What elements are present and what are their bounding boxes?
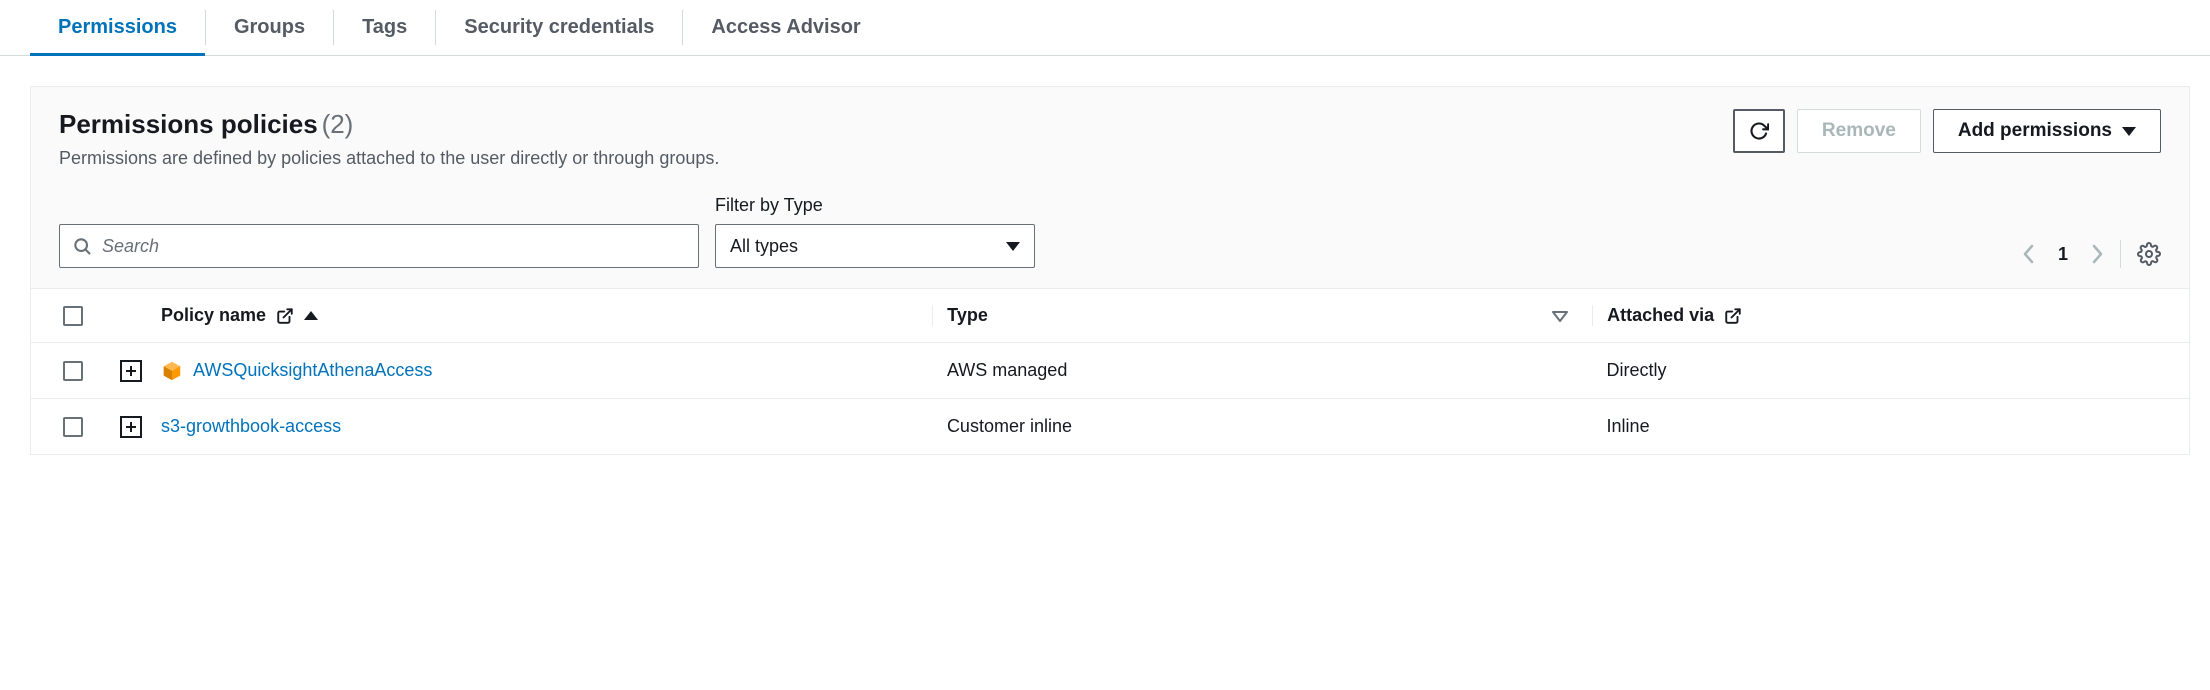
pagination-prev[interactable]: [2022, 243, 2036, 265]
expand-button[interactable]: [120, 360, 142, 382]
tab-groups[interactable]: Groups: [206, 0, 333, 55]
table-row: s3-growthbook-access Customer inline Inl…: [31, 398, 2189, 454]
tab-tags[interactable]: Tags: [334, 0, 435, 55]
expand-button[interactable]: [120, 416, 142, 438]
panel-description: Permissions are defined by policies atta…: [59, 148, 1733, 169]
filter-by-type-label: Filter by Type: [715, 195, 1035, 216]
filter-type-value: All types: [730, 236, 798, 257]
gear-icon: [2137, 242, 2161, 266]
policy-name-link[interactable]: AWSQuicksightAthenaAccess: [193, 360, 432, 381]
external-link-icon: [276, 307, 294, 325]
policy-attached-via: Directly: [1607, 360, 1667, 381]
tabs-bar: Permissions Groups Tags Security credent…: [0, 0, 2210, 56]
plus-icon: [125, 421, 137, 433]
caret-down-icon: [1006, 242, 1020, 251]
panel-count: (2): [322, 109, 354, 139]
tab-security-credentials[interactable]: Security credentials: [436, 0, 682, 55]
pagination: 1: [2022, 240, 2161, 268]
search-input[interactable]: [102, 236, 686, 257]
tab-access-advisor[interactable]: Access Advisor: [683, 0, 888, 55]
policy-type: AWS managed: [947, 360, 1067, 381]
table-header-row: Policy name Type Attached via: [31, 288, 2189, 342]
column-header-attached-via[interactable]: Attached via: [1607, 305, 1714, 326]
policy-attached-via: Inline: [1607, 416, 1650, 437]
table-row: AWSQuicksightAthenaAccess AWS managed Di…: [31, 342, 2189, 398]
plus-icon: [125, 365, 137, 377]
refresh-button[interactable]: [1733, 109, 1785, 153]
aws-managed-policy-icon: [161, 360, 183, 382]
settings-button[interactable]: [2137, 242, 2161, 266]
pagination-page-number: 1: [2052, 244, 2074, 265]
panel-actions: Remove Add permissions: [1733, 109, 2161, 153]
tab-permissions[interactable]: Permissions: [30, 0, 205, 55]
search-box[interactable]: [59, 224, 699, 268]
refresh-icon: [1749, 121, 1769, 141]
policy-name-link[interactable]: s3-growthbook-access: [161, 416, 341, 437]
add-permissions-label: Add permissions: [1958, 120, 2112, 142]
policy-type: Customer inline: [947, 416, 1072, 437]
caret-down-icon: [2122, 127, 2136, 136]
pagination-next[interactable]: [2090, 243, 2104, 265]
chevron-left-icon: [2022, 243, 2036, 265]
chevron-right-icon: [2090, 243, 2104, 265]
sort-ascending-icon: [304, 311, 318, 320]
policies-table: Policy name Type Attached via: [31, 288, 2189, 454]
search-icon: [72, 236, 92, 256]
column-header-policy-name[interactable]: Policy name: [161, 305, 266, 326]
filter-row: Filter by Type All types 1: [31, 177, 2189, 288]
row-checkbox[interactable]: [63, 417, 83, 437]
panel-title: Permissions policies: [59, 109, 318, 139]
divider: [2120, 240, 2121, 268]
external-link-icon: [1724, 307, 1742, 325]
sort-icon: [1552, 310, 1568, 322]
add-permissions-button[interactable]: Add permissions: [1933, 109, 2161, 153]
select-all-checkbox[interactable]: [63, 306, 83, 326]
permissions-policies-panel: Permissions policies (2) Permissions are…: [30, 86, 2190, 455]
filter-type-select[interactable]: All types: [715, 224, 1035, 268]
row-checkbox[interactable]: [63, 361, 83, 381]
column-header-type[interactable]: Type: [947, 305, 988, 326]
remove-button[interactable]: Remove: [1797, 109, 1921, 153]
